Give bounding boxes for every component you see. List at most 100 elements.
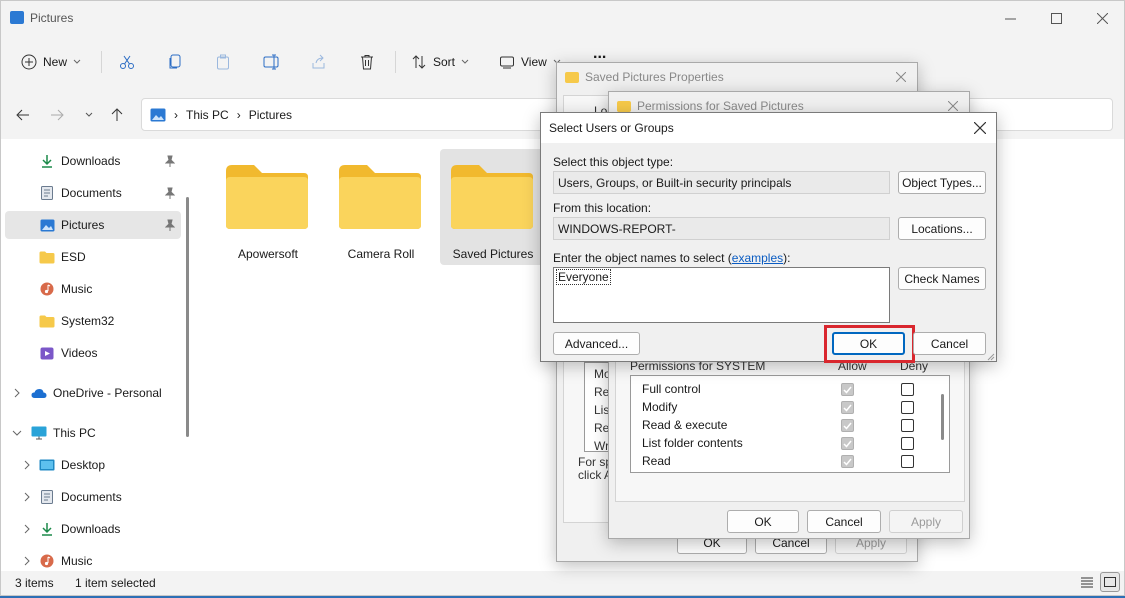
breadcrumb-this-pc[interactable]: This PC — [186, 108, 229, 122]
permission-label: Read — [642, 454, 671, 468]
new-button[interactable]: New — [21, 49, 81, 75]
sidebar-item-label: Pictures — [61, 218, 105, 232]
allow-checkbox[interactable] — [841, 383, 854, 396]
file-item-saved-pictures[interactable]: Saved Pictures — [440, 149, 546, 265]
advanced-button[interactable]: Advanced... — [553, 332, 640, 355]
select-ok-button[interactable]: OK — [832, 332, 905, 355]
sidebar-item-label: OneDrive - Personal — [53, 386, 162, 400]
sidebar-item-desktop[interactable]: Desktop — [5, 451, 181, 479]
file-name: Apowersoft — [237, 247, 299, 261]
sidebar-item-esd[interactable]: ESD — [5, 243, 181, 271]
deny-checkbox[interactable] — [901, 437, 914, 450]
resize-grip-icon[interactable] — [985, 351, 995, 361]
chevron-down-icon — [73, 59, 81, 65]
chevron-right-icon[interactable] — [21, 459, 33, 471]
file-item-camera-roll[interactable]: Camera Roll — [328, 149, 434, 265]
object-names-value: Everyone — [556, 269, 611, 285]
permission-row: Read — [631, 452, 931, 470]
close-window-button[interactable] — [1079, 1, 1125, 35]
sidebar-item-downloads[interactable]: Downloads — [5, 147, 181, 175]
sidebar-item-label: Desktop — [61, 458, 106, 472]
sidebar-item-music[interactable]: Music — [5, 275, 181, 303]
deny-checkbox[interactable] — [901, 419, 914, 432]
sidebar-item-pc-downloads[interactable]: Downloads — [5, 515, 181, 543]
toolbar-divider — [101, 51, 102, 73]
object-names-label: Enter the object names to select (exampl… — [553, 251, 791, 265]
sidebar-item-onedrive[interactable]: OneDrive - Personal — [5, 379, 181, 407]
sidebar-item-this-pc[interactable]: This PC — [5, 419, 181, 447]
object-type-label: Select this object type: — [553, 155, 674, 169]
view-label: View — [521, 55, 547, 69]
allow-checkbox[interactable] — [841, 437, 854, 450]
up-button[interactable] — [107, 105, 127, 125]
recent-locations-button[interactable] — [79, 105, 99, 125]
location-label: From this location: — [553, 201, 652, 215]
pictures-location-icon — [150, 108, 166, 122]
close-icon[interactable] — [891, 67, 911, 87]
pin-icon[interactable] — [165, 219, 175, 231]
file-item-apowersoft[interactable]: Apowersoft — [215, 149, 321, 265]
permission-label: List folder contents — [642, 436, 743, 450]
rename-button[interactable] — [263, 49, 281, 75]
check-names-button[interactable]: Check Names — [898, 267, 986, 290]
copy-button[interactable] — [167, 49, 183, 75]
permissions-scrollbar[interactable] — [941, 394, 944, 440]
sidebar-item-label: Music — [61, 554, 93, 568]
pin-icon[interactable] — [165, 155, 175, 167]
chevron-right-icon[interactable] — [21, 491, 33, 503]
clipboard-icon — [215, 54, 231, 70]
sidebar-item-pc-documents[interactable]: Documents — [5, 483, 181, 511]
allow-checkbox[interactable] — [841, 401, 854, 414]
sort-icon — [411, 54, 427, 70]
delete-button[interactable] — [359, 49, 375, 75]
sidebar-item-pictures[interactable]: Pictures — [5, 211, 181, 239]
tiles-view-button[interactable] — [1100, 572, 1120, 592]
deny-checkbox[interactable] — [901, 383, 914, 396]
sidebar-item-videos[interactable]: Videos — [5, 339, 181, 367]
minimize-button[interactable] — [987, 1, 1033, 35]
locations-button[interactable]: Locations... — [898, 217, 986, 240]
close-icon[interactable] — [970, 118, 990, 138]
window-title: Pictures — [30, 11, 74, 25]
sidebar-item-documents[interactable]: Documents — [5, 179, 181, 207]
folder-icon — [226, 165, 308, 229]
video-icon — [39, 345, 55, 361]
copy-icon — [167, 54, 183, 70]
pin-icon[interactable] — [165, 187, 175, 199]
share-button[interactable] — [311, 49, 327, 75]
breadcrumb-pictures[interactable]: Pictures — [249, 108, 292, 122]
sidebar-scrollbar[interactable] — [186, 197, 189, 437]
examples-link[interactable]: examples — [732, 251, 783, 265]
item-count: 3 items — [15, 576, 54, 590]
forward-button[interactable] — [47, 105, 67, 125]
details-view-button[interactable] — [1080, 575, 1094, 589]
sidebar-item-label: Documents — [61, 186, 122, 200]
allow-checkbox[interactable] — [841, 455, 854, 468]
chevron-right-icon[interactable] — [21, 523, 33, 535]
object-types-button[interactable]: Object Types... — [898, 171, 986, 194]
permissions-apply-button[interactable]: Apply — [889, 510, 963, 533]
chevron-right-icon[interactable] — [11, 387, 23, 399]
back-button[interactable] — [13, 105, 33, 125]
select-cancel-button[interactable]: Cancel — [913, 332, 986, 355]
sort-button[interactable]: Sort — [411, 49, 469, 75]
permissions-ok-button[interactable]: OK — [727, 510, 799, 533]
maximize-button[interactable] — [1033, 1, 1079, 35]
paste-button[interactable] — [215, 49, 231, 75]
permissions-cancel-button[interactable]: Cancel — [807, 510, 881, 533]
object-names-input[interactable]: Everyone — [553, 267, 890, 323]
download-icon — [39, 153, 55, 169]
chevron-down-icon[interactable] — [11, 427, 23, 439]
sidebar-item-system32[interactable]: System32 — [5, 307, 181, 335]
cut-button[interactable] — [119, 49, 135, 75]
deny-checkbox[interactable] — [901, 401, 914, 414]
view-button[interactable]: View — [499, 49, 561, 75]
permission-label: Full control — [642, 382, 701, 396]
deny-checkbox[interactable] — [901, 455, 914, 468]
chevron-right-icon[interactable] — [21, 555, 33, 567]
allow-checkbox[interactable] — [841, 419, 854, 432]
breadcrumb-separator-icon: › — [174, 107, 178, 122]
select-users-dialog: Select Users or Groups Select this objec… — [540, 112, 997, 363]
computer-icon — [31, 425, 47, 441]
permission-row: Full control — [631, 380, 931, 398]
